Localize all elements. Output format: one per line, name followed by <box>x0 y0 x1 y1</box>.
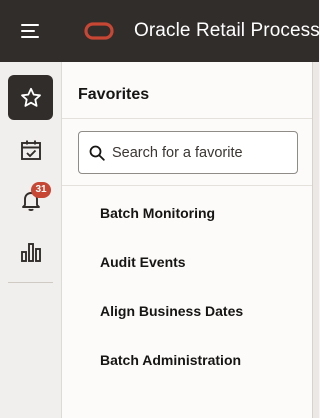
star-icon <box>20 87 41 107</box>
favorites-search-box[interactable] <box>78 131 298 174</box>
rail-divider <box>8 282 53 283</box>
favorite-item-batch-monitoring[interactable]: Batch Monitoring <box>100 205 215 221</box>
notification-count-badge: 31 <box>31 182 51 198</box>
oracle-logo <box>84 22 114 40</box>
favorites-panel: Favorites Batch Monitoring Audit Events … <box>62 62 319 418</box>
bar-chart-icon <box>20 242 41 262</box>
nav-rail: 31 <box>0 62 62 418</box>
divider <box>62 185 319 186</box>
favorites-search-input[interactable] <box>112 141 292 165</box>
favorite-item-batch-administration[interactable]: Batch Administration <box>100 352 241 368</box>
hamburger-menu-icon[interactable] <box>21 21 41 39</box>
app-title: Oracle Retail Process <box>134 20 319 41</box>
rail-item-favorites[interactable] <box>8 75 53 120</box>
rail-item-reports[interactable] <box>8 229 53 274</box>
search-icon <box>89 145 105 161</box>
favorites-title: Favorites <box>78 86 150 103</box>
favorite-item-audit-events[interactable]: Audit Events <box>100 254 186 270</box>
background-content-edge <box>312 62 319 418</box>
divider <box>62 118 319 119</box>
calendar-check-icon <box>20 140 41 160</box>
favorite-item-align-business-dates[interactable]: Align Business Dates <box>100 303 243 319</box>
app-header: Oracle Retail Process <box>0 0 319 62</box>
rail-item-tasks[interactable] <box>8 127 53 172</box>
